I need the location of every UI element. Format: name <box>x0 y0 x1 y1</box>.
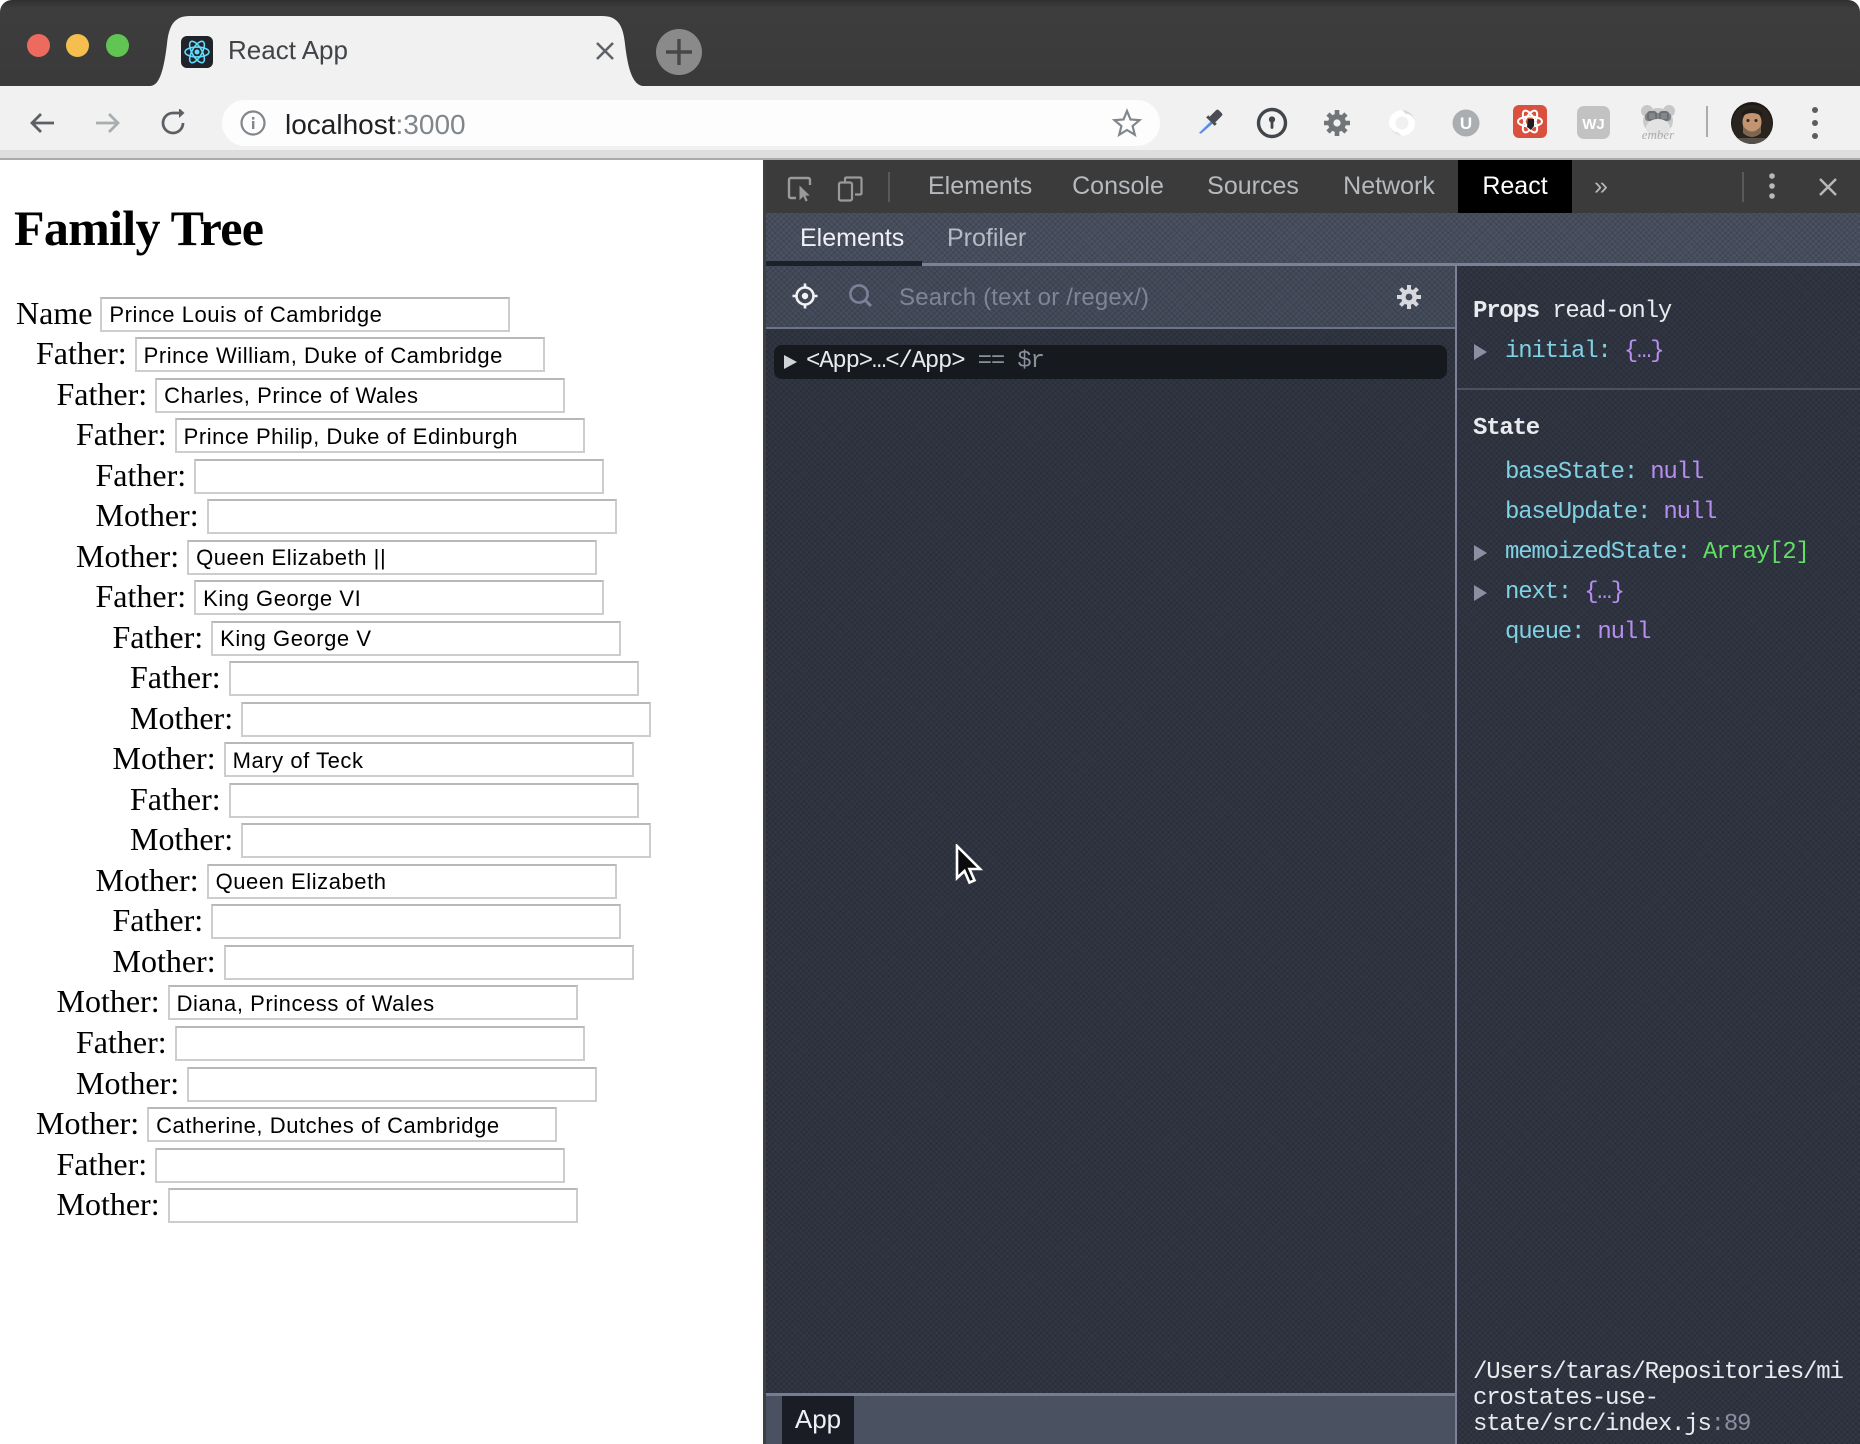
svg-text:WJ: WJ <box>1582 116 1605 133</box>
svg-text:U: U <box>1460 114 1472 133</box>
svg-text:ember: ember <box>1642 127 1675 142</box>
